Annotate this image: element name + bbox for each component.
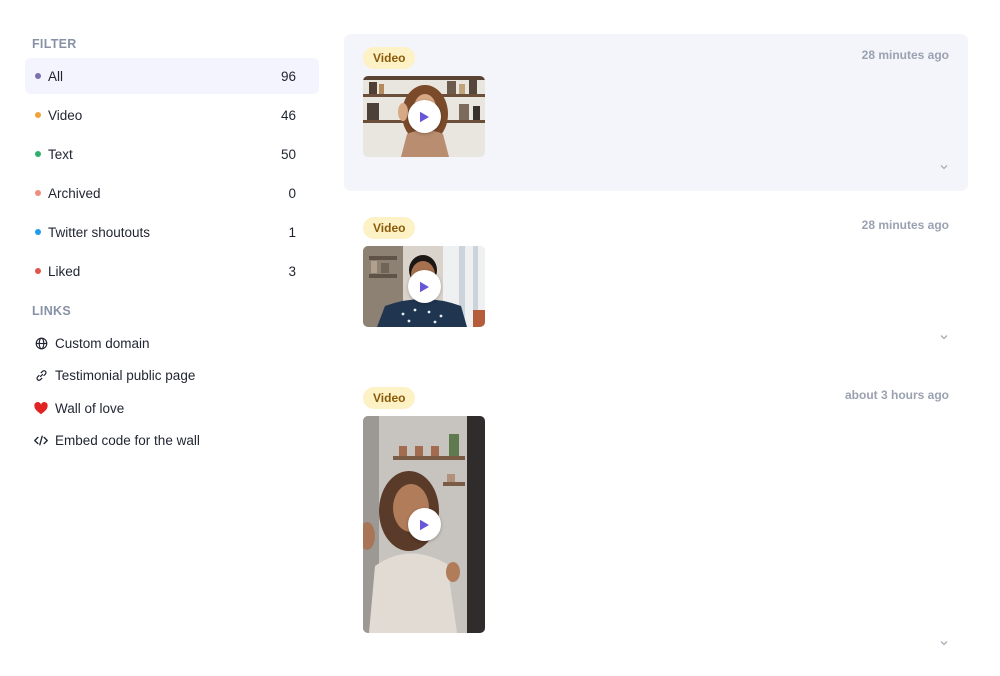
filter-dot bbox=[35, 73, 41, 79]
testimonial-card[interactable]: Video 28 minutes ago bbox=[344, 34, 968, 191]
filter-dot bbox=[35, 229, 41, 235]
link-label: Testimonial public page bbox=[55, 368, 196, 384]
heart-icon bbox=[34, 401, 48, 415]
testimonial-feed: Video 28 minutes ago Video 28 minutes ag… bbox=[344, 34, 968, 664]
sidebar: FILTER All 96 Video 46 Text 50 Archived … bbox=[25, 30, 319, 457]
filter-dot bbox=[35, 151, 41, 157]
filter-label: Archived bbox=[48, 185, 101, 201]
filter-label: Text bbox=[48, 146, 73, 162]
video-type-badge: Video bbox=[363, 387, 416, 409]
filter-item-liked[interactable]: Liked 3 bbox=[25, 253, 319, 289]
play-icon bbox=[419, 281, 429, 292]
link-label: Embed code for the wall bbox=[55, 433, 200, 449]
filter-count: 46 bbox=[280, 107, 296, 123]
link-wall-of-love[interactable]: Wall of love bbox=[25, 392, 319, 425]
link-custom-domain[interactable]: Custom domain bbox=[25, 327, 319, 360]
link-icon bbox=[34, 369, 48, 383]
filter-item-text[interactable]: Text 50 bbox=[25, 136, 319, 172]
play-button[interactable] bbox=[407, 508, 441, 541]
link-testimonial-public-page[interactable]: Testimonial public page bbox=[25, 360, 319, 393]
play-icon bbox=[419, 519, 429, 530]
filter-count: 96 bbox=[280, 68, 296, 84]
play-button[interactable] bbox=[407, 100, 441, 133]
filter-count: 3 bbox=[288, 263, 296, 279]
code-icon bbox=[34, 434, 48, 448]
link-list: Custom domain Testimonial public page Wa… bbox=[25, 327, 319, 457]
testimonial-card[interactable]: Video 28 minutes ago bbox=[344, 204, 968, 374]
chevron-down-icon[interactable] bbox=[939, 333, 949, 341]
filter-dot bbox=[35, 112, 41, 118]
video-type-badge: Video bbox=[363, 47, 416, 69]
filter-dot bbox=[35, 190, 41, 196]
link-label: Custom domain bbox=[55, 335, 150, 351]
timestamp: 28 minutes ago bbox=[861, 218, 949, 232]
filter-label: Twitter shoutouts bbox=[48, 224, 151, 240]
video-thumbnail[interactable] bbox=[363, 76, 485, 157]
filter-count: 1 bbox=[288, 224, 296, 240]
testimonials-page: FILTER All 96 Video 46 Text 50 Archived … bbox=[0, 0, 1000, 676]
filter-label: Liked bbox=[48, 263, 81, 279]
chevron-down-icon[interactable] bbox=[939, 163, 949, 171]
globe-icon bbox=[34, 336, 48, 350]
filter-dot bbox=[35, 268, 41, 274]
testimonial-card[interactable]: Video about 3 hours ago bbox=[344, 374, 968, 664]
filter-count: 0 bbox=[288, 185, 296, 201]
filter-list: All 96 Video 46 Text 50 Archived 0 Twitt… bbox=[25, 58, 319, 289]
video-type-badge: Video bbox=[363, 217, 416, 239]
filter-item-all[interactable]: All 96 bbox=[25, 58, 319, 94]
video-thumbnail[interactable] bbox=[363, 246, 485, 327]
filter-label: Video bbox=[48, 107, 83, 123]
filter-count: 50 bbox=[280, 146, 296, 162]
filter-item-archived[interactable]: Archived 0 bbox=[25, 175, 319, 211]
chevron-down-icon[interactable] bbox=[939, 639, 949, 647]
play-icon bbox=[419, 111, 429, 122]
link-label: Wall of love bbox=[55, 400, 125, 416]
link-embed-code[interactable]: Embed code for the wall bbox=[25, 425, 319, 458]
timestamp: about 3 hours ago bbox=[844, 388, 949, 402]
filter-section-title: FILTER bbox=[32, 37, 77, 51]
filter-item-twitter-shoutouts[interactable]: Twitter shoutouts 1 bbox=[25, 214, 319, 250]
filter-label: All bbox=[48, 68, 64, 84]
filter-item-video[interactable]: Video 46 bbox=[25, 97, 319, 133]
timestamp: 28 minutes ago bbox=[861, 48, 949, 62]
play-button[interactable] bbox=[407, 270, 441, 303]
video-thumbnail[interactable] bbox=[363, 416, 485, 633]
links-section-title: LINKS bbox=[32, 304, 71, 318]
